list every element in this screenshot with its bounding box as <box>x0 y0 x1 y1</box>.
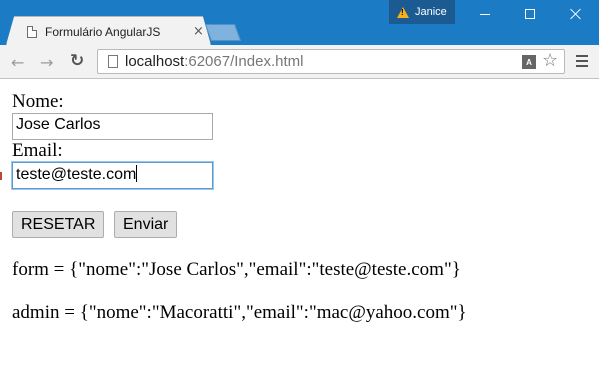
email-value: teste@teste.com <box>16 166 137 183</box>
back-arrow-icon[interactable]: ← <box>11 53 24 72</box>
close-icon <box>570 8 582 20</box>
reset-button[interactable]: RESETAR <box>12 211 105 238</box>
warning-icon <box>397 6 409 18</box>
page-content: Nome: Jose Carlos Email: teste@teste.com… <box>0 80 599 391</box>
menu-icon[interactable] <box>576 55 588 67</box>
submit-button[interactable]: Enviar <box>114 211 178 238</box>
document-icon <box>27 26 37 38</box>
url-text[interactable]: localhost:62067/Index.html <box>125 53 303 70</box>
maximize-icon <box>525 9 535 19</box>
tab-title: Formulário AngularJS <box>45 25 161 39</box>
admin-output: admin = {"nome":"Macoratti","email":"mac… <box>12 302 467 323</box>
bookmark-star-icon[interactable]: ☆ <box>542 50 558 71</box>
profile-button[interactable]: Janice <box>389 0 455 24</box>
tab-close-button[interactable]: × <box>193 24 204 39</box>
nome-label: Nome: <box>12 91 64 112</box>
edge-marker <box>0 172 2 180</box>
close-window-button[interactable] <box>553 0 599 28</box>
maximize-button[interactable] <box>507 0 553 28</box>
translate-icon[interactable]: A <box>522 55 536 69</box>
text-caret <box>136 165 138 182</box>
reload-icon[interactable]: ↻ <box>70 51 84 71</box>
browser-toolbar: ← → ↻ localhost:62067/Index.html A ☆ <box>0 45 599 79</box>
address-bar[interactable]: localhost:62067/Index.html A ☆ <box>97 49 565 74</box>
profile-name: Janice <box>415 6 447 18</box>
email-label: Email: <box>12 140 63 161</box>
email-input[interactable]: teste@teste.com <box>12 162 213 189</box>
url-host: localhost <box>125 53 185 70</box>
new-tab-button[interactable] <box>204 24 242 41</box>
form-output: form = {"nome":"Jose Carlos","email":"te… <box>12 259 461 280</box>
nome-input[interactable]: Jose Carlos <box>12 113 213 140</box>
window-titlebar: Janice Formulário AngularJS × <box>0 0 599 45</box>
minimize-button[interactable] <box>462 0 508 28</box>
minimize-icon <box>480 13 490 15</box>
url-path: :62067/Index.html <box>184 53 304 70</box>
page-icon <box>108 55 118 68</box>
forward-arrow-icon[interactable]: → <box>40 53 53 72</box>
browser-tab[interactable]: Formulário AngularJS × <box>6 16 211 45</box>
